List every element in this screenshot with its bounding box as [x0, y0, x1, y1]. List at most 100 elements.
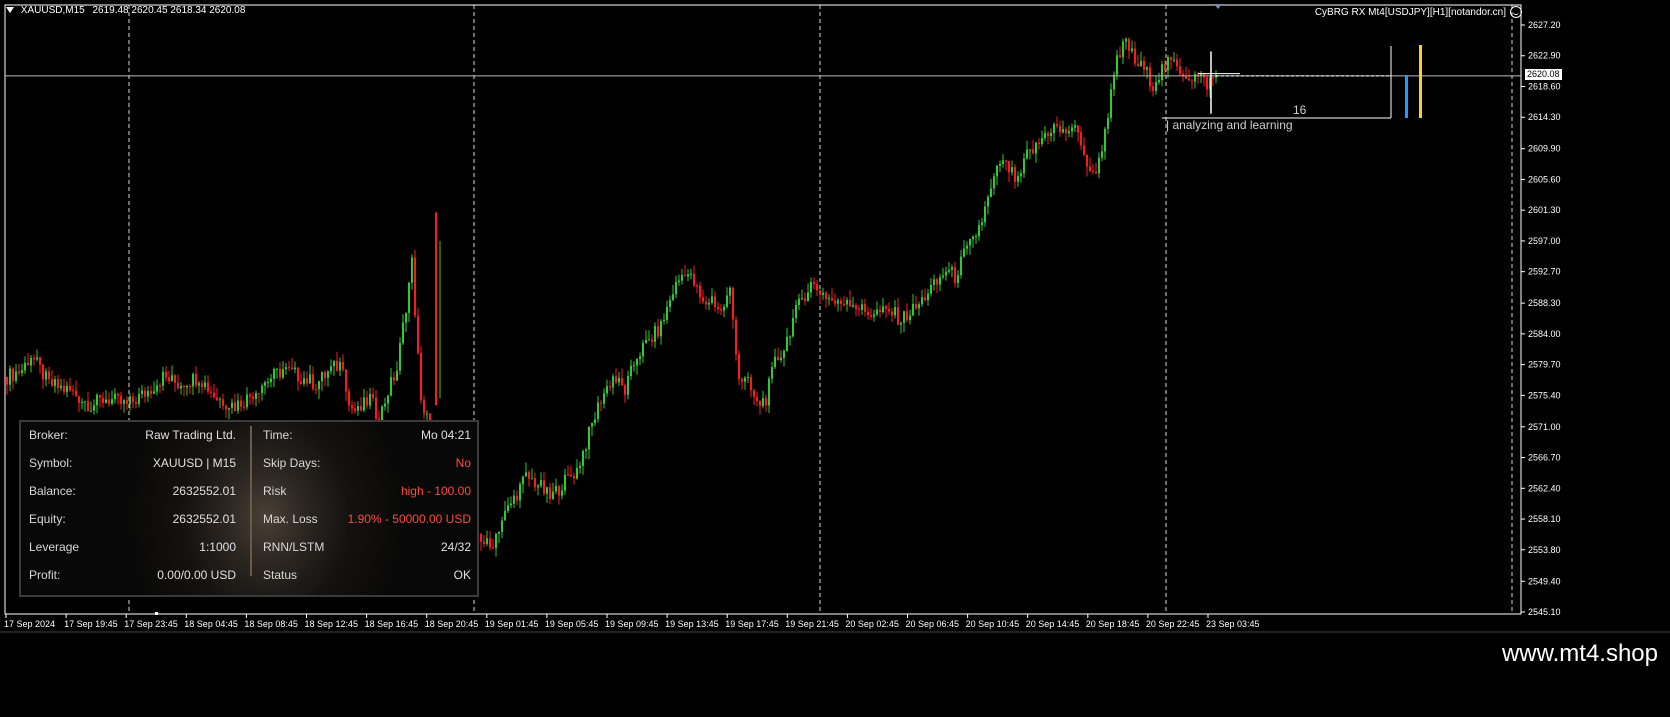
panel-label: Skip Days: — [263, 456, 321, 470]
y-tick-label: 2627.20 — [1528, 20, 1561, 30]
candle-body — [534, 478, 536, 488]
candle-body — [576, 467, 578, 479]
candle-body — [786, 336, 788, 351]
x-tick-label: 18 Sep 16:45 — [365, 619, 419, 629]
candle-body — [33, 358, 35, 360]
candle-body — [945, 271, 947, 276]
smiley-icon[interactable] — [1510, 6, 1522, 18]
candle-body — [855, 305, 857, 309]
candle-body — [81, 401, 83, 403]
candle-body — [165, 371, 167, 378]
candle-body — [84, 401, 86, 403]
candle-body — [303, 378, 305, 384]
panel-label: Risk — [263, 484, 287, 498]
candle-body — [834, 300, 836, 304]
candle-body — [966, 245, 968, 249]
candle-body — [348, 391, 350, 406]
candle-body — [876, 309, 878, 315]
candle-body — [759, 401, 761, 406]
candle-body — [693, 273, 695, 286]
candle-body — [927, 293, 929, 301]
candle-body — [63, 385, 65, 392]
candle-body — [6, 376, 8, 385]
panel-row-right-5: Status OK — [263, 568, 471, 584]
candle-body — [906, 311, 908, 321]
candle-body — [1077, 125, 1079, 133]
candle-body — [651, 339, 653, 342]
candle-body — [969, 239, 971, 246]
dropdown-triangle-icon[interactable] — [6, 7, 14, 14]
candle-body — [270, 378, 272, 383]
candle-body — [1023, 158, 1025, 174]
candle-body — [1026, 149, 1028, 159]
candle-body — [1035, 142, 1037, 154]
candle-body — [1002, 160, 1004, 165]
candle-body — [291, 367, 293, 370]
candle-body — [1014, 167, 1016, 182]
candle-body — [366, 397, 368, 406]
candle-body — [294, 367, 296, 370]
y-tick-label: 2575.40 — [1528, 390, 1561, 400]
panel-value: XAUUSD | M15 — [152, 456, 236, 470]
candle-body — [1050, 133, 1052, 137]
candle-body — [972, 236, 974, 240]
panel-value: high - 100.00 — [400, 484, 471, 498]
candle-body — [957, 275, 959, 284]
panel-value: 1.90% - 50000.00 USD — [347, 512, 471, 526]
candle-body — [750, 376, 752, 391]
candle-body — [636, 358, 638, 366]
candle-body — [780, 357, 782, 360]
panel-row-right-1: Skip Days: No — [263, 456, 471, 472]
candle-body — [516, 495, 518, 501]
candle-body — [525, 472, 527, 477]
candle-body — [1158, 80, 1160, 83]
candle-body — [552, 491, 554, 499]
candle-body — [594, 419, 596, 424]
bar-count-label: 16 — [1293, 103, 1307, 117]
candle-body — [273, 369, 275, 379]
candle-body — [720, 309, 722, 311]
candle-body — [657, 326, 659, 337]
candle-body — [537, 485, 539, 488]
y-tick-label: 2588.30 — [1528, 298, 1561, 308]
candle-body — [1152, 86, 1154, 91]
candle-body — [705, 301, 707, 305]
candle-body — [903, 311, 905, 323]
candle-body — [804, 298, 806, 301]
candle-body — [747, 376, 749, 378]
candle-body — [1098, 157, 1100, 174]
candle-body — [960, 256, 962, 276]
y-tick-label: 2597.00 — [1528, 236, 1561, 246]
candle-body — [90, 410, 92, 412]
candle-body — [588, 426, 590, 450]
candle-body — [24, 362, 26, 371]
panel-value: No — [455, 456, 471, 470]
candle-body — [774, 356, 776, 368]
panel-row-right-0: Time: Mo 04:21 — [263, 428, 471, 444]
candle-body — [648, 339, 650, 341]
price-chart[interactable]: 2627.20 2622.90 2618.60 2614.30 2609.90 2605.… — [0, 0, 1670, 717]
candle-body — [840, 300, 842, 304]
y-tick-label: 2584.00 — [1528, 329, 1561, 339]
candle-body — [384, 403, 386, 407]
candle-body — [639, 356, 641, 359]
candle-body — [984, 206, 986, 223]
x-tick-label: 19 Sep 17:45 — [725, 619, 779, 629]
candle-body — [918, 304, 920, 309]
candle-body — [399, 343, 401, 371]
candle-body — [591, 423, 593, 427]
candle-body — [411, 257, 413, 283]
candle-body — [981, 222, 983, 226]
candle-body — [810, 281, 812, 293]
candle-body — [681, 274, 683, 281]
expert-advisor-name: CyBRG RX Mt4[USDJPY][H1][notandor.cn] — [1314, 7, 1506, 18]
candle-body — [924, 297, 926, 301]
panel-value: 2632552.01 — [172, 484, 236, 498]
candle-body — [1005, 160, 1007, 162]
candle-body — [210, 391, 212, 393]
candle-body — [825, 292, 827, 300]
x-tick-label: 18 Sep 20:45 — [425, 619, 479, 629]
candle-body — [1053, 124, 1055, 134]
candle-body — [672, 294, 674, 301]
candle-body — [96, 394, 98, 406]
